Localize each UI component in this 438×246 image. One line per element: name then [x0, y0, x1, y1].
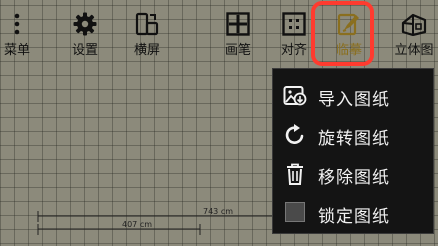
rotate-icon: [285, 124, 304, 144]
align-grid-icon: [282, 12, 306, 36]
menu-item-rotate-label: 旋转图纸: [318, 129, 390, 149]
house-3d-icon: [401, 13, 427, 36]
brush-button[interactable]: 画笔: [214, 10, 262, 60]
menu-item-lock[interactable]: 锁定图纸: [273, 193, 433, 233]
trace-highlight-frame: [311, 1, 374, 66]
dimension-upper-text: 743 cm: [203, 207, 233, 216]
brush-label: 画笔: [224, 43, 251, 58]
menu-button[interactable]: 菜单: [0, 10, 41, 60]
image-import-icon: [283, 86, 307, 106]
lock-checkbox[interactable]: [285, 202, 305, 222]
menu-item-remove[interactable]: 移除图纸: [273, 154, 433, 194]
settings-label: 设置: [71, 43, 98, 58]
crosshair-brush-icon: [226, 12, 250, 36]
landscape-label: 横屏: [133, 43, 160, 58]
menu-item-rotate[interactable]: 旋转图纸: [273, 115, 433, 155]
dimension-lower-text: 407 cm: [122, 220, 152, 229]
landscape-button[interactable]: 横屏: [123, 10, 171, 60]
3d-view-button[interactable]: 立体图: [389, 10, 438, 60]
more-vertical-icon: [14, 13, 20, 35]
3d-view-label: 立体图: [394, 43, 434, 58]
menu-label: 菜单: [3, 43, 30, 58]
rotate-screen-icon: [135, 12, 159, 36]
gear-icon: [73, 12, 97, 36]
menu-item-import-label: 导入图纸: [318, 90, 390, 110]
settings-button[interactable]: 设置: [61, 10, 109, 60]
menu-item-import[interactable]: 导入图纸: [273, 76, 433, 116]
menu-item-remove-label: 移除图纸: [318, 168, 390, 188]
menu-item-lock-label: 锁定图纸: [318, 207, 390, 227]
trace-dropdown-menu: 导入图纸 旋转图纸 移除图纸 锁定图纸: [272, 68, 434, 234]
trash-icon: [287, 163, 303, 185]
